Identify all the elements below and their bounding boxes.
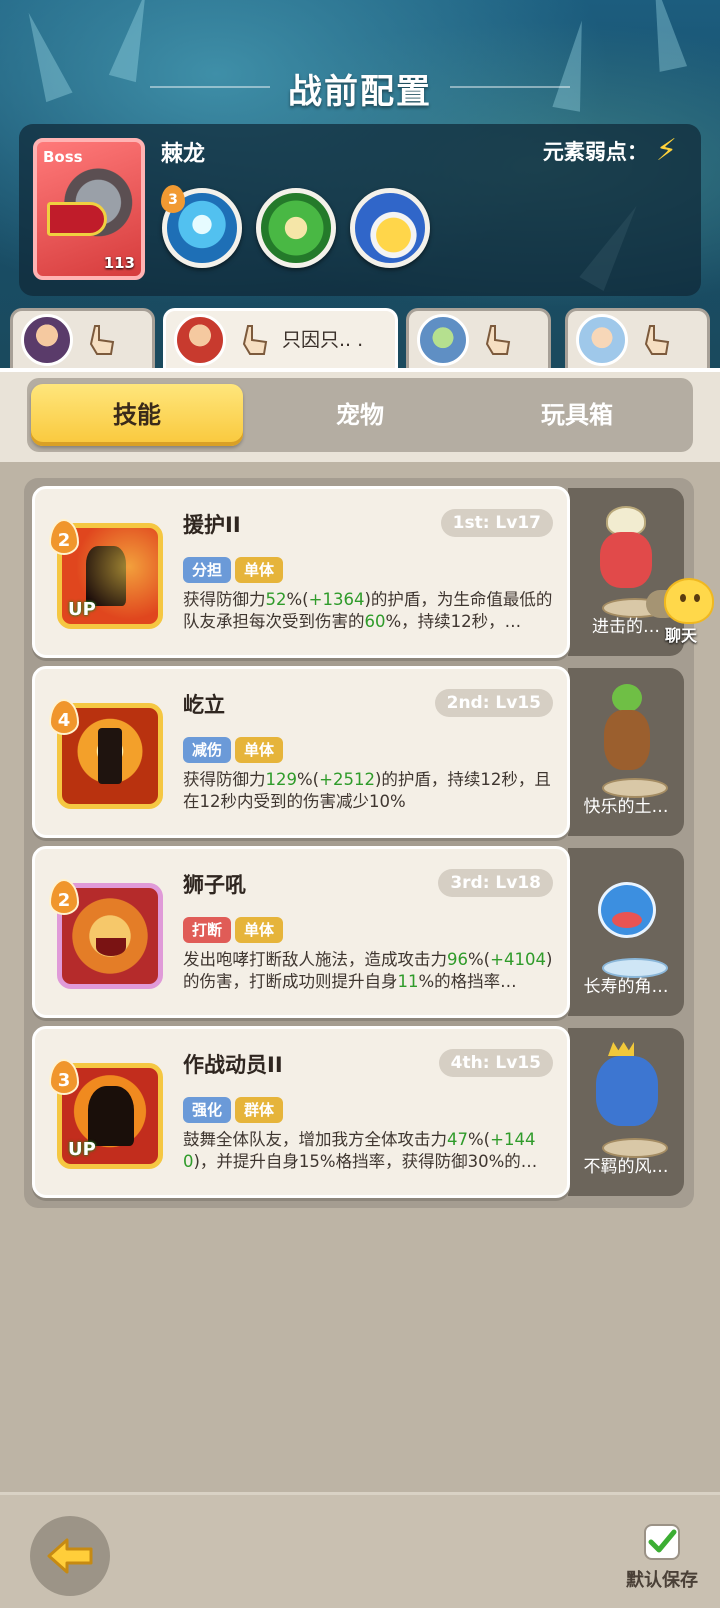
skill-tag: 强化 xyxy=(183,1097,232,1123)
skill-card-2[interactable]: 4 屹立 2nd: Lv15 减伤 单体 获得防御力129%(+2512)的护盾… xyxy=(32,666,570,838)
up-tag: UP xyxy=(68,599,96,620)
hero-tab-4[interactable] xyxy=(565,308,710,368)
element-weakness: 元素弱点： ⚡ xyxy=(543,136,677,166)
skill-description: 获得防御力129%(+2512)的护盾，持续12秒，且在12秒内受到的伤害减少1… xyxy=(183,770,551,811)
hero-tab-3[interactable] xyxy=(406,308,551,368)
hero-girl-avatar xyxy=(21,313,73,366)
cave-background: 战前配置 Boss 113 棘龙 元素弱点： ⚡ 3 只因只.. . xyxy=(0,0,720,370)
skill-tag: 单体 xyxy=(235,737,284,763)
tap-hand-icon xyxy=(644,324,670,355)
orb-level-badge: 3 xyxy=(161,185,185,213)
checkbox[interactable] xyxy=(644,1524,680,1560)
pet-slot-4[interactable]: 不羁的风… xyxy=(568,1028,684,1196)
dragon-jaw-icon xyxy=(47,202,107,236)
tap-hand-icon xyxy=(485,324,511,355)
boss-portrait[interactable]: Boss 113 xyxy=(33,138,145,280)
skill-level: 3rd: Lv18 xyxy=(438,869,553,897)
pet-name: 不羁的风… xyxy=(583,1157,669,1177)
boss-skill-orb-1[interactable]: 3 xyxy=(161,185,242,268)
weakness-label: 元素弱点： xyxy=(542,140,648,164)
back-arrow-icon xyxy=(47,1538,93,1574)
tab-pets[interactable]: 宠物 xyxy=(254,384,466,446)
skill-card-1[interactable]: 2 UP 援护II 1st: Lv17 分担 单体 获得防御力52%(+1364… xyxy=(32,486,570,658)
skill-name: 作战动员II xyxy=(183,1053,283,1077)
skill-name: 屹立 xyxy=(183,693,225,717)
default-save-toggle[interactable]: 默认保存 xyxy=(622,1524,702,1594)
pet-name: 长寿的角… xyxy=(583,977,669,997)
skill-tag: 减伤 xyxy=(183,737,232,763)
blue-whale-pet-icon xyxy=(590,862,668,978)
lightning-icon: ⚡ xyxy=(655,133,677,168)
skill-description: 获得防御力52%(+1364)的护盾，为生命值最低的队友承担每次受到伤害的60%… xyxy=(183,590,553,631)
blue-dragon-pet-icon xyxy=(590,1042,668,1158)
skill-level: 4th: Lv15 xyxy=(438,1049,553,1077)
skill-card-3[interactable]: 2 狮子吼 3rd: Lv18 打断 单体 发出咆哮打断敌人施法，造成攻击力96… xyxy=(32,846,570,1018)
hero-red-hair-avatar xyxy=(174,313,226,366)
tab-toy-box[interactable]: 玩具箱 xyxy=(471,384,683,446)
skill-level: 2nd: Lv15 xyxy=(434,689,553,717)
skill-level: 1st: Lv17 xyxy=(440,509,553,537)
skill-tag: 单体 xyxy=(235,557,284,583)
skill-card-4[interactable]: 3 UP 作战动员II 4th: Lv15 强化 群体 鼓舞全体队友，增加我方全… xyxy=(32,1026,570,1198)
hero-tab-1[interactable] xyxy=(10,308,155,368)
skill-description: 鼓舞全体队友，增加我方全体攻击力47%(+1440)，并提升自身15%格挡率，获… xyxy=(183,1130,538,1171)
pet-slot-2[interactable]: 快乐的土… xyxy=(568,668,684,836)
hero-note: 只因只.. . xyxy=(282,328,364,351)
skill-name: 援护II xyxy=(183,513,241,537)
pet-name: 快乐的土… xyxy=(583,797,669,817)
boss-skill-orb-2[interactable] xyxy=(256,188,336,268)
skill-tag: 分担 xyxy=(183,557,232,583)
segment-control: 技能 宠物 玩具箱 xyxy=(27,378,693,452)
tap-hand-icon xyxy=(242,324,268,355)
boss-skill-orb-3[interactable] xyxy=(350,188,430,268)
chat-button[interactable]: 聊天 xyxy=(646,578,716,658)
hero-tab-2[interactable]: 只因只.. . xyxy=(163,308,398,368)
monkey-pet-icon xyxy=(590,682,668,798)
pet-slot-3[interactable]: 长寿的角… xyxy=(568,848,684,1016)
boss-name: 棘龙 xyxy=(161,142,206,167)
tab-skills[interactable]: 技能 xyxy=(31,384,243,446)
skill-tag: 单体 xyxy=(235,917,284,943)
tap-hand-icon xyxy=(89,324,115,355)
skill-description: 发出咆哮打断敌人施法，造成攻击力96%(+4104)的伤害，打断成功则提升自身1… xyxy=(183,950,553,991)
skill-tag: 打断 xyxy=(183,917,232,943)
up-tag: UP xyxy=(68,1139,96,1160)
boss-level: 113 xyxy=(103,254,135,272)
hero-green-creature-avatar xyxy=(417,313,469,366)
chat-label: 聊天 xyxy=(664,626,697,645)
hero-blue-hair-avatar xyxy=(576,313,628,366)
checkmark-icon xyxy=(648,1529,677,1553)
skill-tag: 群体 xyxy=(235,1097,284,1123)
boss-panel: Boss 113 棘龙 元素弱点： ⚡ 3 xyxy=(19,124,701,296)
back-button[interactable] xyxy=(30,1516,110,1596)
smiley-icon xyxy=(664,578,714,624)
page-title: 战前配置 xyxy=(288,72,432,112)
default-save-label: 默认保存 xyxy=(626,1570,698,1591)
skill-name: 狮子吼 xyxy=(183,873,246,897)
